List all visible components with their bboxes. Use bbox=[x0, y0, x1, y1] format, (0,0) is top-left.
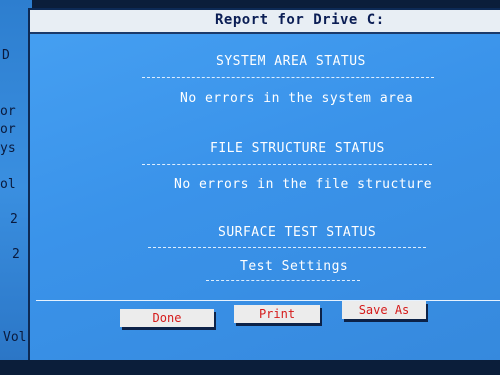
background-text-fragment: D bbox=[2, 48, 10, 63]
dialog-titlebar: Report for Drive C: bbox=[30, 10, 500, 34]
file-structure-message: No errors in the file structure bbox=[174, 177, 433, 192]
drive-report-dialog: Report for Drive C: SYSTEM AREA STATUS N… bbox=[28, 8, 500, 362]
divider bbox=[206, 280, 360, 281]
button-area-separator bbox=[36, 300, 500, 301]
system-area-heading: SYSTEM AREA STATUS bbox=[216, 54, 366, 69]
background-text-fragment: 2 bbox=[12, 247, 20, 262]
dialog-title: Report for Drive C: bbox=[215, 12, 385, 28]
background-text-fragment: ys bbox=[0, 141, 16, 156]
background-text-fragment: 2 bbox=[10, 212, 18, 227]
surface-test-heading: SURFACE TEST STATUS bbox=[218, 225, 377, 240]
system-area-message: No errors in the system area bbox=[180, 91, 414, 106]
save-as-button[interactable]: Save As bbox=[342, 301, 426, 319]
screen-bezel bbox=[0, 360, 500, 375]
print-button[interactable]: Print bbox=[234, 305, 320, 323]
test-settings-label: Test Settings bbox=[240, 259, 349, 274]
done-button[interactable]: Done bbox=[120, 309, 214, 327]
background-text-fragment: or bbox=[0, 122, 16, 137]
divider bbox=[142, 77, 434, 78]
background-text-fragment: ol bbox=[0, 177, 16, 192]
file-structure-heading: FILE STRUCTURE STATUS bbox=[210, 141, 385, 156]
background-text-fragment: Vol bbox=[3, 330, 27, 345]
divider bbox=[142, 164, 432, 165]
divider bbox=[148, 247, 426, 248]
background-text-fragment: or bbox=[0, 104, 16, 119]
